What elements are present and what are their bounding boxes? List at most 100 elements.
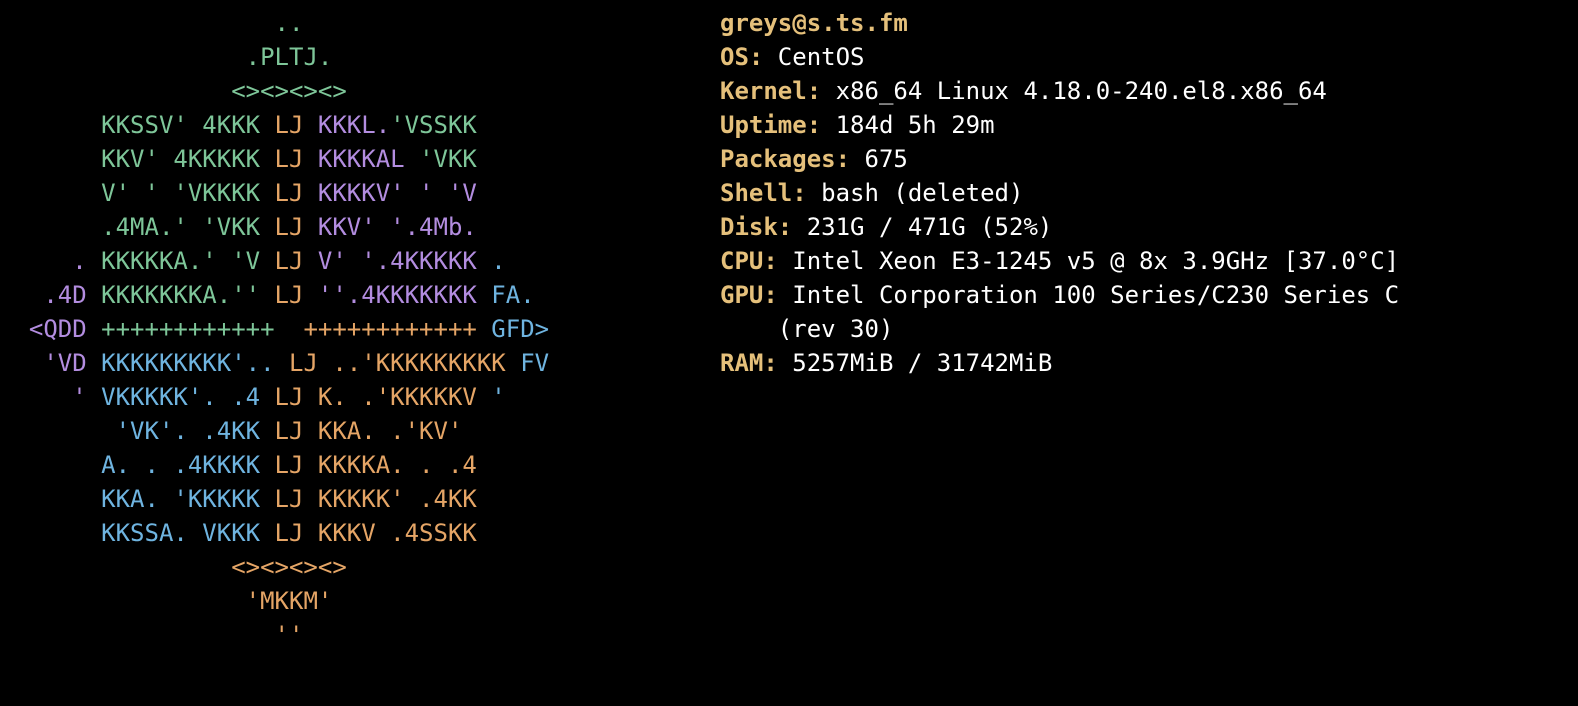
ascii-logo-line: A. . .4KKKK LJ KKKKA. . .4	[0, 448, 720, 482]
ascii-segment: K. .'KKKKKV	[318, 383, 491, 411]
info-label: OS:	[720, 43, 763, 71]
ascii-segment: .4D	[43, 281, 101, 309]
ascii-segment: KKV' '.4Mb.	[318, 213, 477, 241]
info-row: Uptime: 184d 5h 29m	[720, 108, 1578, 142]
info-value: 5257MiB / 31742MiB	[778, 349, 1053, 377]
ascii-segment: LJ	[275, 383, 318, 411]
info-label: Uptime:	[720, 111, 821, 139]
ascii-segment: LJ	[275, 485, 318, 513]
ascii-segment: V' ' 'VKKKK	[101, 179, 274, 207]
ascii-segment: VKKKKK'. .4	[101, 383, 274, 411]
ascii-logo-line: <QDD ++++++++++++ ++++++++++++ GFD>	[0, 312, 720, 346]
info-row: Packages: 675	[720, 142, 1578, 176]
ascii-logo-line: .4D KKKKKKKA.'' LJ ''.4KKKKKKK FA.	[0, 278, 720, 312]
user-at-host: greys@s.ts.fm	[720, 9, 908, 37]
ascii-segment: KKA. 'KKKKK	[101, 485, 274, 513]
ascii-segment: GFD>	[491, 315, 549, 343]
info-value: bash (deleted)	[807, 179, 1024, 207]
ascii-logo-line: . KKKKKA.' 'V LJ V' '.4KKKKK .	[0, 244, 720, 278]
ascii-segment: <><><><>	[231, 77, 347, 105]
info-label: Packages:	[720, 145, 850, 173]
ascii-segment: ''.4KKKKKKK	[318, 281, 491, 309]
info-row: Shell: bash (deleted)	[720, 176, 1578, 210]
ascii-segment: ++++++++++++	[101, 315, 303, 343]
ascii-segment: KKKKA. . .4	[318, 451, 477, 479]
ascii-segment: 'VSSKK	[390, 111, 477, 139]
ascii-segment: 'VKK	[419, 145, 477, 173]
ascii-segment: 'VK'. .4KK	[116, 417, 275, 445]
info-row: Disk: 231G / 471G (52%)	[720, 210, 1578, 244]
ascii-segment: ..	[275, 9, 304, 37]
ascii-segment: LJ	[275, 247, 318, 275]
ascii-segment: .PLTJ.	[246, 43, 333, 71]
ascii-segment: KKKV .4SSKK	[318, 519, 477, 547]
ascii-segment: KKKKV' ' 'V	[318, 179, 477, 207]
ascii-segment: KKV' 4KKKKK	[101, 145, 274, 173]
info-value: CentOS	[763, 43, 864, 71]
ascii-logo-line: KKV' 4KKKKK LJ KKKKAL 'VKK	[0, 142, 720, 176]
info-value: 231G / 471G (52%)	[792, 213, 1052, 241]
ascii-segment: KKKKK' .4KK	[318, 485, 477, 513]
ascii-segment: 'MKKM'	[246, 587, 333, 615]
ascii-logo-line: .PLTJ.	[0, 40, 720, 74]
ascii-segment: 'VD	[43, 349, 101, 377]
ascii-segment: FV	[520, 349, 549, 377]
ascii-logo-line: KKA. 'KKKKK LJ KKKKK' .4KK	[0, 482, 720, 516]
ascii-segment: KKSSV' 4KKK	[101, 111, 274, 139]
ascii-segment: LJ	[275, 179, 318, 207]
ascii-logo-line: 'VK'. .4KK LJ KKA. .'KV'	[0, 414, 720, 448]
ascii-segment: V' '.4KKKKK	[318, 247, 491, 275]
info-label: GPU:	[720, 281, 778, 309]
ascii-segment: LJ	[289, 349, 332, 377]
info-row: Kernel: x86_64 Linux 4.18.0-240.el8.x86_…	[720, 74, 1578, 108]
info-value: 184d 5h 29m	[821, 111, 994, 139]
ascii-segment: .	[491, 247, 505, 275]
ascii-logo-line: .4MA.' 'VKK LJ KKV' '.4Mb.	[0, 210, 720, 244]
ascii-segment: KKSSA. VKKK	[101, 519, 274, 547]
ascii-logo-line: ' VKKKKK'. .4 LJ K. .'KKKKKV '	[0, 380, 720, 414]
ascii-logo-line: <><><><>	[0, 74, 720, 108]
info-row: RAM: 5257MiB / 31742MiB	[720, 346, 1578, 380]
ascii-segment: LJ	[275, 111, 318, 139]
ascii-segment: LJ	[275, 281, 318, 309]
ascii-segment: KKA. .'KV'	[318, 417, 463, 445]
info-row: OS: CentOS	[720, 40, 1578, 74]
ascii-logo: .. .PLTJ. <><><><> KKSSV' 4KKK LJ KKKL.'…	[0, 6, 720, 652]
info-row: GPU: Intel Corporation 100 Series/C230 S…	[720, 278, 1578, 312]
info-label: Kernel:	[720, 77, 821, 105]
ascii-logo-line: KKSSV' 4KKK LJ KKKL.'VSSKK	[0, 108, 720, 142]
ascii-segment: .4MA.' 'VKK	[101, 213, 274, 241]
ascii-segment: .	[72, 247, 101, 275]
ascii-logo-line: 'VD KKKKKKKKK'.. LJ ..'KKKKKKKKK FV	[0, 346, 720, 380]
ascii-segment: LJ	[275, 145, 318, 173]
info-label: Disk:	[720, 213, 792, 241]
info-label: RAM:	[720, 349, 778, 377]
ascii-segment: <><><><>	[231, 553, 347, 581]
ascii-segment: KKKKKA.' 'V	[101, 247, 274, 275]
info-value-continuation: (rev 30)	[720, 315, 893, 343]
ascii-segment: ''	[275, 621, 304, 649]
ascii-logo-line: 'MKKM'	[0, 584, 720, 618]
ascii-segment: KKKL.	[318, 111, 390, 139]
info-label: CPU:	[720, 247, 778, 275]
ascii-segment: KKKKAL	[318, 145, 419, 173]
info-value: Intel Xeon E3-1245 v5 @ 8x 3.9GHz [37.0°…	[778, 247, 1399, 275]
info-label: Shell:	[720, 179, 807, 207]
ascii-segment: LJ	[275, 451, 318, 479]
ascii-segment: LJ	[275, 417, 318, 445]
ascii-logo-line: ..	[0, 6, 720, 40]
system-info-panel: greys@s.ts.fmOS: CentOSKernel: x86_64 Li…	[720, 6, 1578, 652]
info-value: 675	[850, 145, 908, 173]
ascii-logo-line: V' ' 'VKKKK LJ KKKKV' ' 'V	[0, 176, 720, 210]
ascii-segment: KKKKKKKA.''	[101, 281, 274, 309]
terminal-output: .. .PLTJ. <><><><> KKSSV' 4KKK LJ KKKL.'…	[0, 0, 1578, 652]
info-row: CPU: Intel Xeon E3-1245 v5 @ 8x 3.9GHz […	[720, 244, 1578, 278]
ascii-logo-line: <><><><>	[0, 550, 720, 584]
ascii-segment: ..'KKKKKKKKK	[332, 349, 520, 377]
ascii-segment: '	[491, 383, 505, 411]
info-value: Intel Corporation 100 Series/C230 Series…	[778, 281, 1399, 309]
info-value: x86_64 Linux 4.18.0-240.el8.x86_64	[821, 77, 1327, 105]
ascii-segment: ++++++++++++	[303, 315, 491, 343]
ascii-segment: A. . .4KKKK	[101, 451, 274, 479]
ascii-segment: '	[72, 383, 101, 411]
